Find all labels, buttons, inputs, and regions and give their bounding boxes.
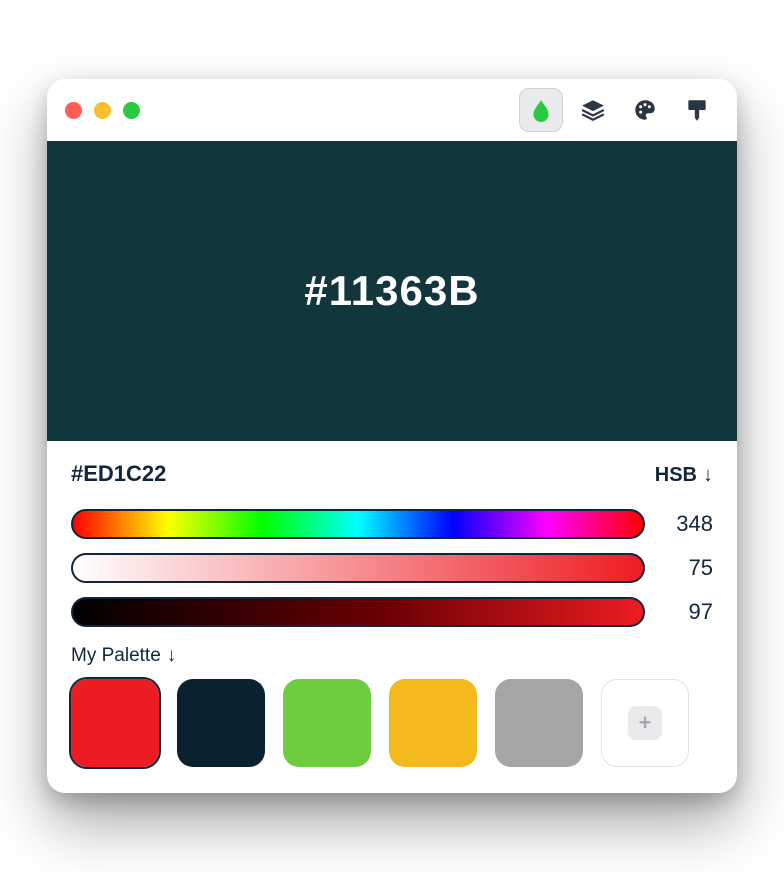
palette-swatches: + xyxy=(71,679,713,767)
palette-select[interactable]: My Palette ↓ xyxy=(71,645,713,667)
swatch-3[interactable] xyxy=(389,679,477,767)
swatch-4[interactable] xyxy=(495,679,583,767)
palette-tool[interactable] xyxy=(623,88,667,132)
color-preview: #11363B xyxy=(47,141,737,441)
chevron-down-icon: ↓ xyxy=(167,645,177,667)
minimize-icon[interactable] xyxy=(94,102,111,119)
saturation-slider[interactable] xyxy=(71,553,645,583)
app-window: #11363B #ED1C22 HSB ↓ 348 75 97 My Palet… xyxy=(47,79,737,793)
brush-icon xyxy=(684,97,710,123)
hue-slider-row: 348 xyxy=(71,509,713,539)
swatch-0[interactable] xyxy=(71,679,159,767)
hue-value: 348 xyxy=(665,511,713,537)
brightness-slider[interactable] xyxy=(71,597,645,627)
mode-label: HSB xyxy=(655,464,697,487)
saturation-slider-row: 75 xyxy=(71,553,713,583)
layers-tool[interactable] xyxy=(571,88,615,132)
preview-hex-label: #11363B xyxy=(304,267,479,315)
color-mode-select[interactable]: HSB ↓ xyxy=(655,464,713,487)
toolbar xyxy=(519,88,719,132)
saturation-value: 75 xyxy=(665,555,713,581)
layers-icon xyxy=(580,97,606,123)
titlebar xyxy=(47,79,737,141)
chevron-down-icon: ↓ xyxy=(703,464,713,487)
palette-icon xyxy=(632,97,658,123)
brush-tool[interactable] xyxy=(675,88,719,132)
picker-tool[interactable] xyxy=(519,88,563,132)
selected-hex-label[interactable]: #ED1C22 xyxy=(71,461,166,487)
swatch-1[interactable] xyxy=(177,679,265,767)
hue-slider[interactable] xyxy=(71,509,645,539)
add-swatch-button[interactable]: + xyxy=(601,679,689,767)
plus-icon: + xyxy=(628,706,662,740)
swatch-2[interactable] xyxy=(283,679,371,767)
drop-icon xyxy=(528,97,554,123)
brightness-value: 97 xyxy=(665,599,713,625)
zoom-icon[interactable] xyxy=(123,102,140,119)
brightness-slider-row: 97 xyxy=(71,597,713,627)
close-icon[interactable] xyxy=(65,102,82,119)
window-controls xyxy=(65,102,140,119)
palette-label: My Palette xyxy=(71,645,161,667)
controls-panel: #ED1C22 HSB ↓ 348 75 97 My Palette ↓ + xyxy=(47,441,737,793)
